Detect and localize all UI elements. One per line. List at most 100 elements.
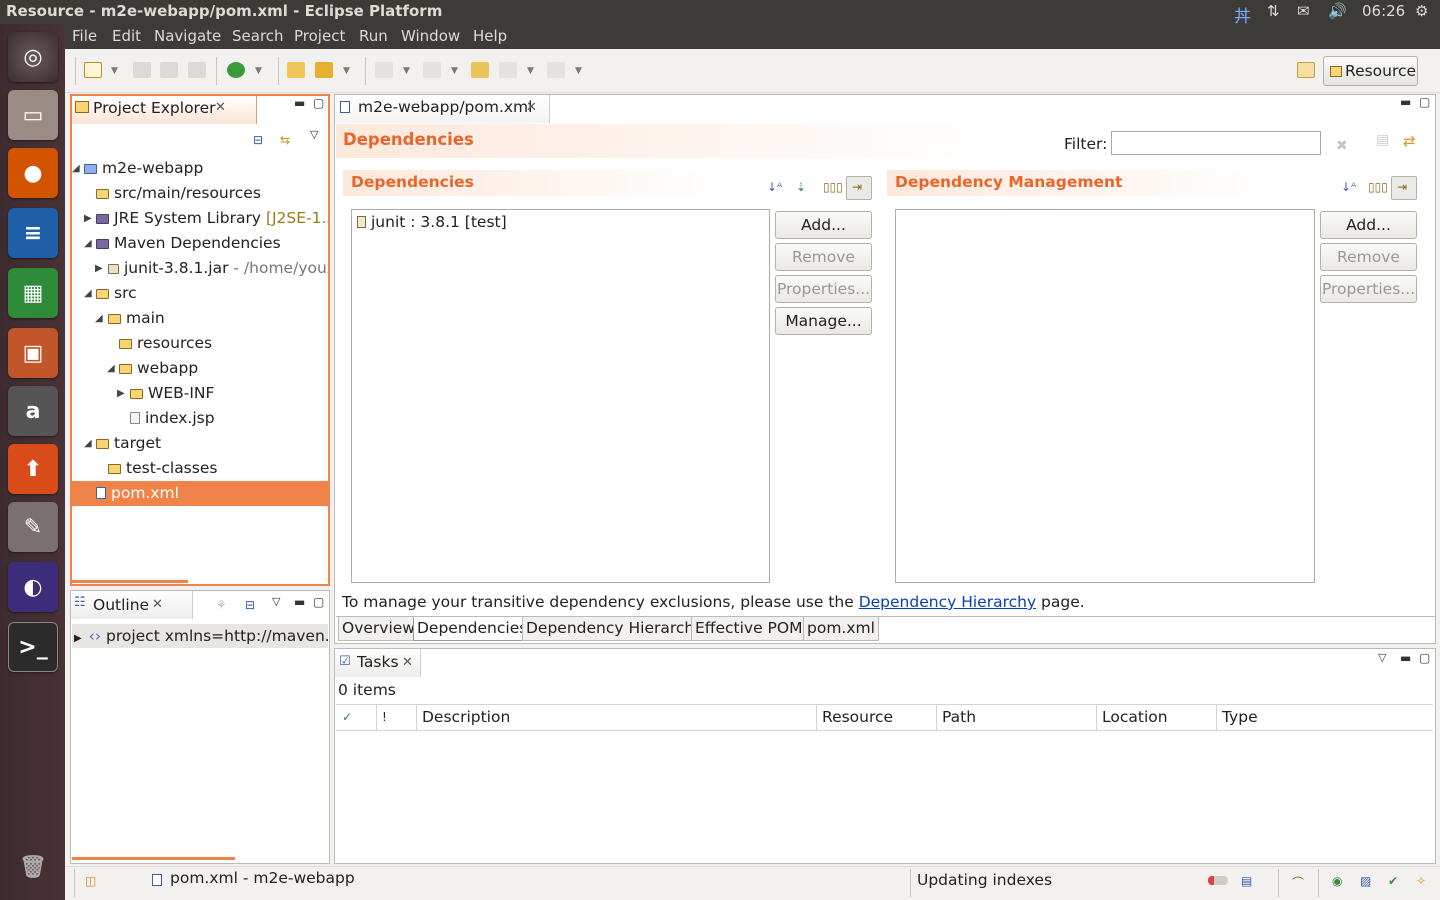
dependency-properties-button[interactable]: Properties...: [775, 275, 872, 303]
page-tab-dependency-hierarchy[interactable]: Dependency Hierarchy: [522, 617, 708, 641]
settings-icon[interactable]: ✎: [8, 502, 58, 552]
progress-view-icon[interactable]: ▤: [1241, 874, 1252, 888]
link-with-editor-icon[interactable]: ⇆: [280, 133, 290, 147]
minimize-icon[interactable]: ▬: [294, 595, 305, 609]
last-edit-location-icon[interactable]: [471, 62, 489, 78]
menu-run[interactable]: Run: [359, 27, 388, 45]
eclipse-icon[interactable]: ◐: [8, 562, 58, 612]
column-priority[interactable]: !: [377, 705, 417, 730]
trash-icon[interactable]: 🗑: [8, 842, 58, 892]
firefox-icon[interactable]: ●: [8, 148, 58, 198]
forward-dropdown-icon[interactable]: ▼: [575, 66, 582, 76]
maximize-icon[interactable]: ▢: [1419, 651, 1430, 665]
outline-tab[interactable]: ☷ Outline ✕: [71, 591, 193, 619]
outline-scrollbar[interactable]: [72, 857, 235, 860]
menu-file[interactable]: File: [72, 27, 97, 45]
columns-icon[interactable]: ▯▯▯: [823, 180, 843, 194]
back-icon[interactable]: [499, 62, 517, 78]
mail-icon[interactable]: ✉: [1297, 2, 1310, 20]
refresh-icon[interactable]: ⇄: [1403, 132, 1416, 150]
run-icon[interactable]: [227, 62, 245, 78]
fast-view-icon[interactable]: ◫: [85, 874, 96, 888]
back-dropdown-icon[interactable]: ▼: [527, 66, 534, 76]
star-icon[interactable]: ✧: [1416, 874, 1426, 888]
columns-icon[interactable]: ▯▯▯: [1368, 180, 1388, 194]
save-all-icon[interactable]: [160, 62, 178, 78]
add-managed-dependency-button[interactable]: Add...: [1320, 211, 1417, 239]
menu-window[interactable]: Window: [401, 27, 460, 45]
close-icon[interactable]: ✕: [152, 597, 163, 612]
view-menu-icon[interactable]: ▽: [310, 128, 318, 141]
dependency-management-list[interactable]: [895, 209, 1315, 583]
clear-filter-icon[interactable]: ✖: [1336, 138, 1348, 154]
checklist-icon[interactable]: ✔: [1388, 874, 1398, 888]
volume-icon[interactable]: 🔊: [1328, 2, 1347, 20]
horizontal-scrollbar[interactable]: [72, 580, 188, 583]
run-dropdown-icon[interactable]: ▼: [255, 66, 262, 76]
menu-search[interactable]: Search: [232, 27, 284, 45]
new-dropdown-icon[interactable]: ▼: [111, 66, 118, 76]
menu-help[interactable]: Help: [473, 27, 507, 45]
filter-input[interactable]: [1111, 131, 1321, 155]
files-icon[interactable]: ▭: [8, 90, 58, 140]
calc-icon[interactable]: ▦: [8, 268, 58, 318]
next-annotation-icon[interactable]: [375, 62, 393, 78]
expand-arrow-icon[interactable]: ▶: [74, 633, 82, 644]
print-icon[interactable]: [188, 62, 206, 78]
resource-perspective-button[interactable]: Resource: [1323, 56, 1418, 86]
menu-edit[interactable]: Edit: [112, 27, 141, 45]
progress-indicator[interactable]: [1208, 876, 1228, 885]
maximize-icon[interactable]: ▢: [313, 595, 324, 609]
open-task-icon[interactable]: [315, 62, 333, 78]
impress-icon[interactable]: ▣: [8, 328, 58, 378]
remove-managed-dependency-button[interactable]: Remove: [1320, 243, 1417, 271]
sort-icon[interactable]: ⚘: [216, 598, 227, 612]
column-description[interactable]: Description: [417, 705, 817, 730]
minimize-icon[interactable]: ▬: [1400, 95, 1411, 109]
view-menu-icon[interactable]: ▽: [1378, 651, 1386, 664]
add-dependency-button[interactable]: Add...: [775, 211, 872, 239]
previous-annotation-icon[interactable]: [423, 62, 441, 78]
toggle-inherited-button[interactable]: ⇥: [1391, 176, 1417, 200]
dependency-item[interactable]: junit : 3.8.1 [test]: [357, 213, 507, 231]
menu-project[interactable]: Project: [294, 27, 345, 45]
open-folder-icon[interactable]: [287, 62, 305, 78]
column-completed[interactable]: ✓: [337, 705, 377, 730]
new-icon[interactable]: [84, 62, 102, 78]
collapse-all-icon[interactable]: ⊟: [253, 133, 263, 147]
show-group-id-icon[interactable]: ⇣: [796, 180, 806, 194]
dependency-hierarchy-link[interactable]: Dependency Hierarchy: [859, 593, 1036, 611]
ubuntu-dash-icon[interactable]: ◎: [8, 32, 58, 82]
manage-dependencies-button[interactable]: Manage...: [775, 307, 872, 335]
minimize-icon[interactable]: ▬: [294, 96, 305, 110]
close-icon[interactable]: ✕: [215, 100, 226, 115]
dependencies-list[interactable]: junit : 3.8.1 [test]: [351, 209, 770, 583]
amazon-icon[interactable]: a: [8, 386, 58, 436]
open-task-dropdown-icon[interactable]: ▼: [343, 66, 350, 76]
page-tab-pom-xml[interactable]: pom.xml: [803, 617, 879, 641]
network-icon[interactable]: ⇅: [1267, 2, 1280, 20]
page-tab-overview[interactable]: Overview: [338, 617, 419, 641]
maximize-icon[interactable]: ▢: [313, 96, 324, 110]
tasks-tab[interactable]: ☑ Tasks ✕: [335, 649, 421, 677]
earth-icon[interactable]: ◉: [1332, 874, 1342, 888]
image-icon[interactable]: ▨: [1360, 874, 1371, 888]
writer-icon[interactable]: ≡: [8, 208, 58, 258]
page-tab-effective-pom[interactable]: Effective POM: [691, 617, 807, 641]
menu-navigate[interactable]: Navigate: [154, 27, 221, 45]
remove-dependency-button[interactable]: Remove: [775, 243, 872, 271]
show-effective-icon[interactable]: ▤: [1376, 132, 1389, 148]
system-gear-icon[interactable]: ⚙: [1415, 2, 1428, 20]
open-perspective-icon[interactable]: [1297, 62, 1315, 78]
view-menu-icon[interactable]: ▽: [272, 595, 280, 608]
collapse-all-icon[interactable]: ⊟: [245, 598, 255, 612]
sort-az-icon[interactable]: ↓ᴬ: [767, 180, 782, 194]
tree-item-pom-xml[interactable]: pom.xml: [72, 481, 328, 506]
column-type[interactable]: Type: [1217, 705, 1433, 730]
terminal-icon[interactable]: >_: [8, 622, 58, 672]
column-location[interactable]: Location: [1097, 705, 1217, 730]
page-tab-dependencies[interactable]: Dependencies: [413, 617, 532, 641]
managed-dependency-properties-button[interactable]: Properties...: [1320, 275, 1417, 303]
forward-icon[interactable]: [547, 62, 565, 78]
previous-annotation-dropdown-icon[interactable]: ▼: [451, 66, 458, 76]
